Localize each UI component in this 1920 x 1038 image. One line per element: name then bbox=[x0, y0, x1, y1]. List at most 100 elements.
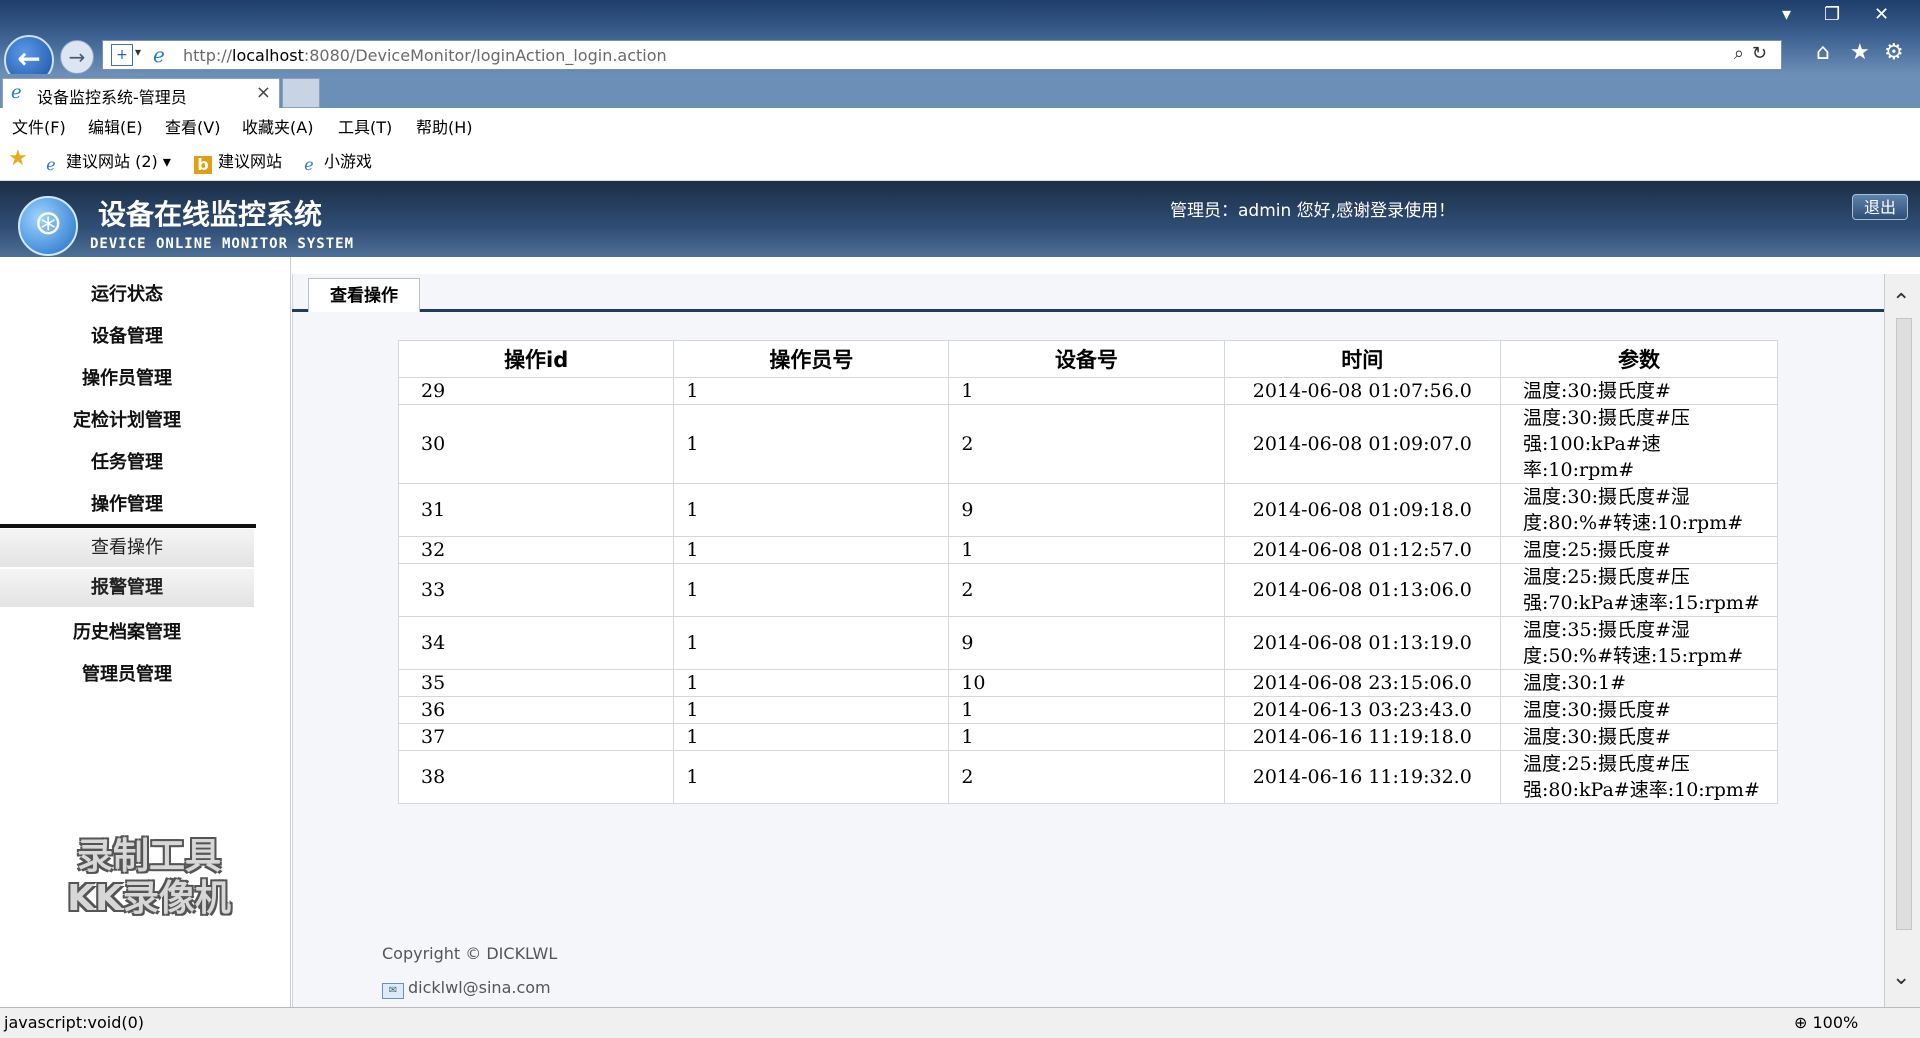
cell-parameters: 温度:30:1# bbox=[1500, 669, 1778, 697]
share-node-icon: ⊛ bbox=[34, 203, 63, 243]
cell-time: 2014-06-16 11:19:32.0 bbox=[1223, 750, 1502, 804]
tab-view-operations[interactable]: 查看操作 bbox=[308, 278, 420, 312]
main-tab-underline bbox=[292, 309, 1884, 312]
table-row: 34 1 9 2014-06-08 01:13:19.0 温度:35:摄氏度#湿 度:50… bbox=[397, 616, 1778, 670]
cell-operator-number: 1 bbox=[673, 483, 950, 537]
parameter-line: 温度:30:摄氏度# bbox=[1523, 726, 1671, 748]
zoom-icon: ⊕ bbox=[1794, 1013, 1808, 1032]
cell-time: 2014-06-08 01:07:56.0 bbox=[1223, 377, 1502, 405]
favorite-suggested-sites-dropdown[interactable]: ℯ 建议网站 (2) ▾ bbox=[42, 148, 171, 174]
parameter-line: 强:100:kPa#速 bbox=[1523, 433, 1661, 455]
parameter-line: 温度:30:摄氏度#湿 bbox=[1523, 486, 1690, 508]
sidebar-item-device-management[interactable]: 设备管理 bbox=[0, 322, 254, 348]
favorite-label: 小游戏 bbox=[324, 152, 373, 171]
mail-icon: ✉ bbox=[382, 983, 404, 999]
favorite-mini-games[interactable]: ℯ 小游戏 bbox=[300, 148, 372, 174]
table-row: 33 1 2 2014-06-08 01:13:06.0 温度:25:摄氏度#压 强:70… bbox=[397, 563, 1778, 617]
sidebar-item-run-status[interactable]: 运行状态 bbox=[0, 280, 254, 306]
url-host: localhost bbox=[232, 46, 304, 65]
cell-time: 2014-06-08 01:09:18.0 bbox=[1223, 483, 1502, 537]
sidebar-item-operator-management[interactable]: 操作员管理 bbox=[0, 364, 254, 390]
gear-icon[interactable]: ⚙ bbox=[1884, 40, 1904, 65]
welcome-message: 管理员：admin 您好,感谢登录使用！ bbox=[1170, 201, 1456, 221]
parameter-line: 温度:25:摄氏度#压 bbox=[1523, 753, 1690, 775]
cell-operation-id: 34 bbox=[397, 616, 675, 670]
cell-time: 2014-06-13 03:23:43.0 bbox=[1223, 696, 1502, 724]
sidebar-item-task-management[interactable]: 任务管理 bbox=[0, 448, 254, 474]
cell-time: 2014-06-08 01:09:07.0 bbox=[1223, 404, 1502, 484]
forward-button[interactable]: → bbox=[60, 40, 94, 74]
browser-tab[interactable]: ℯ 设备监控系统-管理员 × bbox=[2, 78, 280, 108]
parameter-line: 温度:30:摄氏度#压 bbox=[1523, 407, 1690, 429]
cell-operation-id: 37 bbox=[397, 723, 675, 751]
zoom-value: 100% bbox=[1812, 1013, 1859, 1032]
back-arrow-icon: ← bbox=[17, 42, 41, 75]
parameter-line: 率:10:rpm# bbox=[1523, 459, 1635, 481]
cell-parameters: 温度:30:摄氏度#压 强:100:kPa#速 率:10:rpm# bbox=[1500, 404, 1778, 484]
reload-icon[interactable]: ↻ bbox=[1752, 43, 1775, 64]
cell-time: 2014-06-16 11:19:18.0 bbox=[1223, 723, 1502, 751]
recording-watermark: 录制工具 KK录像机 bbox=[44, 836, 254, 920]
menu-help[interactable]: 帮助(H) bbox=[416, 114, 473, 138]
forward-arrow-icon: → bbox=[68, 45, 86, 69]
menu-view[interactable]: 查看(V) bbox=[165, 114, 220, 138]
sidebar-item-inspection-plan[interactable]: 定检计划管理 bbox=[0, 406, 254, 432]
zoom-level[interactable]: ⊕ 100% bbox=[1794, 1013, 1858, 1032]
sidebar-item-admin-management[interactable]: 管理员管理 bbox=[0, 660, 254, 686]
table-row: 35 1 10 2014-06-08 23:15:06.0 温度:30:1# bbox=[397, 669, 1778, 697]
column-header: 操作id bbox=[397, 340, 675, 378]
parameter-line: 温度:30:摄氏度# bbox=[1523, 699, 1671, 721]
parameter-line: 强:80:kPa#速率:10:rpm# bbox=[1523, 779, 1760, 801]
sidebar-subitem-alarm-management[interactable]: 报警管理 bbox=[0, 569, 254, 607]
cell-operation-id: 35 bbox=[397, 669, 675, 697]
cell-device-number: 9 bbox=[948, 483, 1225, 537]
restore-icon[interactable]: ❐ bbox=[1824, 4, 1840, 25]
table-row: 29 1 1 2014-06-08 01:07:56.0 温度:30:摄氏度# bbox=[397, 377, 1778, 405]
close-window-icon[interactable]: ✕ bbox=[1874, 4, 1889, 25]
scrollbar-thumb[interactable] bbox=[1896, 318, 1912, 930]
cell-operator-number: 1 bbox=[673, 723, 950, 751]
parameter-line: 度:50:%#转速:15:rpm# bbox=[1523, 645, 1744, 667]
column-header: 设备号 bbox=[948, 340, 1225, 378]
address-bar[interactable]: + ▾ ℯ http://localhost:8080/DeviceMonito… bbox=[102, 40, 1782, 70]
contact-email[interactable]: ✉ dicklwl@sina.com bbox=[382, 978, 551, 999]
sidebar-subitem-view-operations[interactable]: 查看操作 bbox=[0, 529, 254, 567]
star-icon[interactable]: ★ bbox=[1850, 40, 1870, 65]
url-text[interactable]: http://localhost:8080/DeviceMonitor/logi… bbox=[183, 46, 667, 65]
sidebar-item-operation-management[interactable]: 操作管理 bbox=[0, 490, 254, 516]
favorites-star-icon[interactable]: ★ bbox=[8, 146, 28, 171]
compatibility-icon[interactable]: + bbox=[111, 44, 133, 66]
cell-time: 2014-06-08 01:13:06.0 bbox=[1223, 563, 1502, 617]
minimize-icon[interactable]: ▾ bbox=[1782, 4, 1791, 25]
menu-edit[interactable]: 编辑(E) bbox=[88, 114, 143, 138]
status-bar bbox=[0, 1007, 1920, 1038]
chevron-up-icon[interactable]: ⌃ bbox=[1892, 290, 1910, 315]
chevron-down-icon[interactable]: ⌄ bbox=[1892, 965, 1910, 990]
cell-time: 2014-06-08 01:12:57.0 bbox=[1223, 536, 1502, 564]
close-icon[interactable]: × bbox=[256, 82, 271, 103]
new-tab-button[interactable] bbox=[282, 78, 320, 108]
favorites-bar bbox=[0, 140, 1920, 181]
cell-operation-id: 29 bbox=[397, 377, 675, 405]
chevron-down-icon[interactable]: ▾ bbox=[135, 45, 141, 59]
logout-button[interactable]: 退出 bbox=[1852, 194, 1908, 220]
cell-operation-id: 33 bbox=[397, 563, 675, 617]
table-row: 36 1 1 2014-06-13 03:23:43.0 温度:30:摄氏度# bbox=[397, 696, 1778, 724]
parameter-line: 强:70:kPa#速率:15:rpm# bbox=[1523, 592, 1760, 614]
parameter-line: 温度:35:摄氏度#湿 bbox=[1523, 619, 1690, 641]
cell-operator-number: 1 bbox=[673, 669, 950, 697]
menu-favorites[interactable]: 收藏夹(A) bbox=[242, 114, 313, 138]
cell-operator-number: 1 bbox=[673, 404, 950, 484]
tab-title: 设备监控系统-管理员 bbox=[37, 88, 187, 107]
favorite-suggested-sites[interactable]: b 建议网站 bbox=[194, 148, 282, 174]
home-icon[interactable]: ⌂ bbox=[1816, 40, 1830, 65]
sidebar-item-history-archive[interactable]: 历史档案管理 bbox=[0, 618, 254, 644]
search-icon[interactable]: ⌕ bbox=[1734, 43, 1752, 64]
cell-operation-id: 38 bbox=[397, 750, 675, 804]
column-header: 时间 bbox=[1223, 340, 1502, 378]
cell-operation-id: 32 bbox=[397, 536, 675, 564]
cell-parameters: 温度:30:摄氏度#湿 度:80:%#转速:10:rpm# bbox=[1500, 483, 1778, 537]
ie-icon: ℯ bbox=[46, 155, 56, 174]
menu-tools[interactable]: 工具(T) bbox=[338, 114, 392, 138]
menu-file[interactable]: 文件(F) bbox=[12, 114, 66, 138]
